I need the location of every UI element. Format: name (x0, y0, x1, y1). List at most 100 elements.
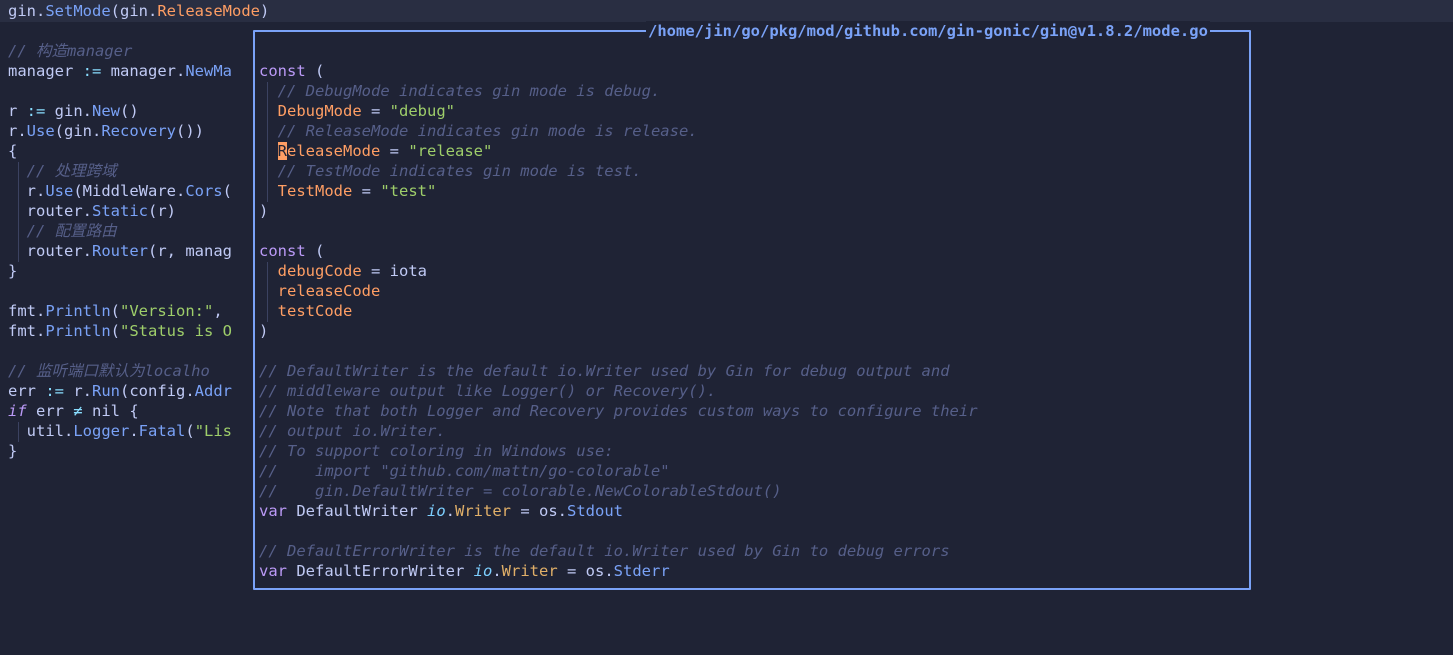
preview-file-path: /home/jin/go/pkg/mod/github.com/gin-goni… (646, 21, 1210, 41)
hover-preview-window[interactable]: const ( // DebugMode indicates gin mode … (253, 30, 1251, 590)
code-line: // 构造manager (8, 41, 132, 61)
code-token: r. (8, 182, 46, 200)
code-token: // gin.DefaultWriter = colorable.NewColo… (259, 482, 782, 500)
code-token: , (213, 302, 232, 320)
indent-guide (267, 82, 268, 202)
code-token: if (8, 402, 27, 420)
code-token: = os. (511, 502, 567, 520)
indent-guide (267, 262, 268, 322)
code-token: gin. (45, 102, 93, 120)
code-token: io (426, 502, 446, 520)
code-line: const ( (259, 61, 324, 81)
code-token: err (26, 402, 74, 420)
code-line: // middleware output like Logger() or Re… (259, 381, 716, 401)
code-line: // output io.Writer. (259, 421, 446, 441)
code-token: "Version:" (120, 302, 214, 320)
code-token: err (8, 382, 46, 400)
code-token: Router (92, 242, 148, 260)
code-line: ) (259, 321, 268, 341)
code-line: fmt.Println("Version:", (8, 301, 232, 321)
code-token: router. (8, 202, 92, 220)
code-token: fmt. (8, 322, 46, 340)
code-token: ( (305, 62, 325, 80)
code-token: // 构造manager (8, 42, 133, 60)
code-line: // Note that both Logger and Recovery pr… (259, 401, 978, 421)
code-token: DebugMode (277, 102, 362, 120)
code-token: (r, manag (148, 242, 232, 260)
code-token: (gin. (54, 122, 102, 140)
code-token: // Note that both Logger and Recovery pr… (259, 402, 978, 420)
code-token: Println (45, 302, 111, 320)
code-token: Use (45, 182, 74, 200)
code-token: = (380, 142, 409, 160)
code-token: // 配置路由 (26, 222, 117, 240)
indent-guide (18, 422, 19, 442)
code-token: (r) (148, 202, 176, 220)
code-token: DefaultErrorWriter (287, 562, 474, 580)
code-token: // output io.Writer. (259, 422, 446, 440)
code-token: "debug" (389, 102, 455, 120)
code-token: = (352, 182, 381, 200)
code-token: Writer (455, 502, 511, 520)
code-token: router. (8, 242, 92, 260)
indent-guide (18, 162, 19, 262)
code-token: NewMa (185, 62, 232, 80)
code-token: manager (8, 62, 83, 80)
code-line: // TestMode indicates gin mode is test. (259, 161, 642, 181)
code-token: // To support coloring in Windows use: (259, 442, 614, 460)
code-token: ( (185, 422, 195, 440)
code-line: } (8, 441, 17, 461)
code-token: := (45, 382, 64, 400)
code-token: { (8, 142, 18, 160)
code-token: (config. (120, 382, 195, 400)
code-token: := (82, 62, 102, 80)
code-token: . (445, 502, 455, 520)
code-line: util.Logger.Fatal("Lis (8, 421, 232, 441)
code-line: // DefaultErrorWriter is the default io.… (259, 541, 950, 561)
code-token: nil { (82, 402, 139, 420)
code-token: iota (389, 262, 427, 280)
code-token: "release" (408, 142, 493, 160)
code-token: Cors (185, 182, 223, 200)
code-token: = (361, 102, 390, 120)
code-token: // ReleaseMode indicates gin mode is rel… (277, 122, 698, 140)
code-token: eleaseMode (287, 142, 381, 160)
code-line: ReleaseMode = "release" (259, 141, 492, 161)
code-line: // ReleaseMode indicates gin mode is rel… (259, 121, 698, 141)
code-token: Fatal (138, 422, 186, 440)
code-token: = (361, 262, 390, 280)
code-line: ) (259, 201, 268, 221)
code-token: // import "github.com/mattn/go-colorable… (259, 462, 670, 480)
code-token: "Lis (194, 422, 233, 440)
code-line: debugCode = iota (259, 261, 427, 281)
code-line: // import "github.com/mattn/go-colorable… (259, 461, 670, 481)
code-token: ( (305, 242, 325, 260)
code-token: ()) (176, 122, 204, 140)
code-token: Static (92, 202, 148, 220)
code-token: "test" (380, 182, 437, 200)
code-line: // 处理跨域 (8, 161, 117, 181)
code-token: (MiddleWare. (73, 182, 186, 200)
code-token: releaseCode (277, 282, 381, 300)
code-line: TestMode = "test" (259, 181, 437, 201)
code-token: Println (45, 322, 111, 340)
code-token: () (120, 102, 139, 120)
code-line: gin.SetMode(gin.ReleaseMode) (8, 1, 269, 21)
code-token: Stderr (613, 562, 670, 580)
code-token: } (8, 262, 18, 280)
code-token: ) (259, 202, 269, 220)
code-token: Stdout (567, 502, 623, 520)
code-token: := (26, 102, 46, 120)
code-line: r.Use(gin.Recovery()) (8, 121, 204, 141)
code-line: if err ≠ nil { (8, 401, 139, 421)
code-line: router.Static(r) (8, 201, 176, 221)
code-token: DefaultWriter (287, 502, 427, 520)
code-token: // DefaultWriter is the default io.Write… (259, 362, 950, 380)
code-token: New (92, 102, 121, 120)
